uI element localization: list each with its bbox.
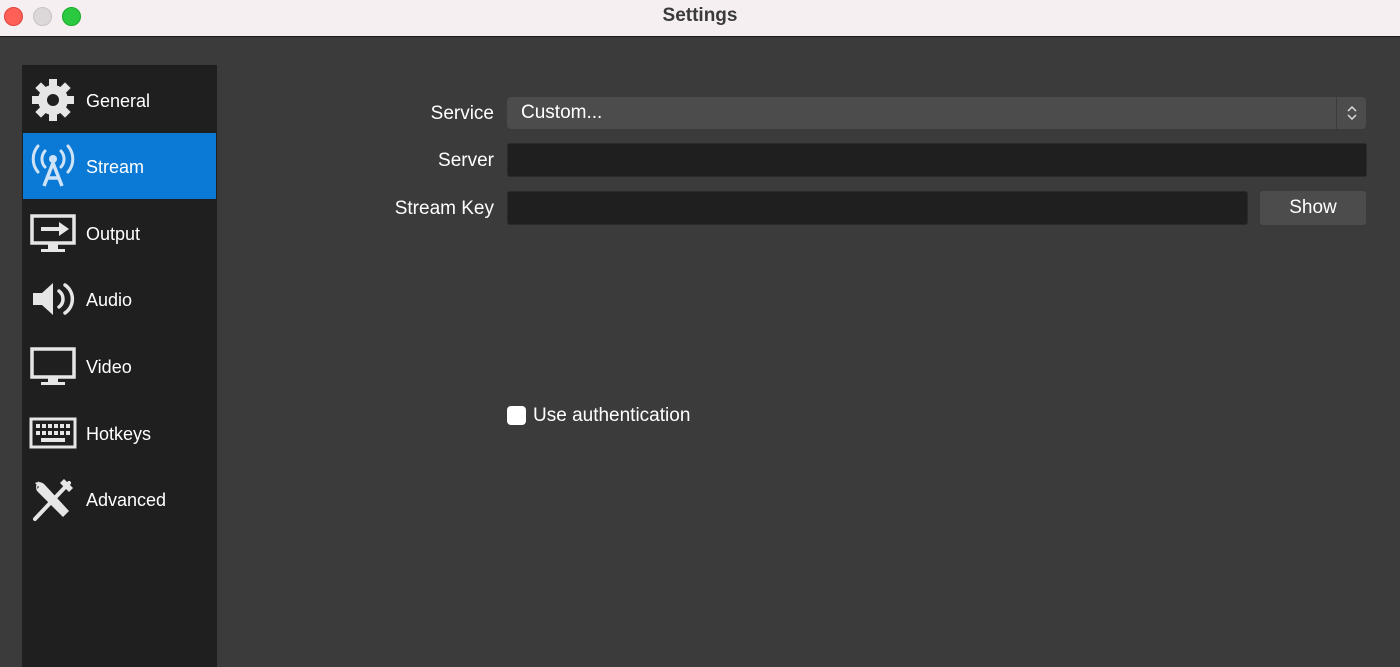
select-divider (1336, 97, 1337, 129)
sidebar-item-audio[interactable]: Audio (23, 266, 216, 332)
service-select[interactable]: Custom... (507, 97, 1366, 129)
sidebar-item-video[interactable]: Video (23, 333, 216, 399)
broadcast-tower-icon (31, 144, 75, 187)
server-label: Server (438, 150, 494, 171)
sidebar-item-label: Stream (86, 157, 145, 177)
server-input[interactable] (507, 143, 1367, 177)
use-authentication-checkbox[interactable] (507, 406, 526, 425)
tools-icon (33, 479, 73, 521)
sidebar-item-label: Audio (86, 290, 133, 310)
gear-icon (32, 79, 74, 121)
keyboard-icon (29, 417, 77, 449)
sidebar-item-label: Output (86, 224, 141, 244)
sidebar-item-advanced[interactable]: Advanced (23, 466, 216, 532)
chevron-up-down-icon[interactable] (1343, 102, 1361, 124)
window-title: Settings (662, 5, 738, 26)
sidebar-item-label: Advanced (86, 490, 167, 510)
service-label: Service (430, 103, 494, 124)
monitor-icon (30, 347, 76, 385)
stream-key-input[interactable] (507, 191, 1248, 225)
sidebar-item-output[interactable]: Output (23, 200, 216, 266)
stream-key-label: Stream Key (394, 198, 494, 219)
use-authentication-label[interactable]: Use authentication (533, 405, 690, 427)
monitor-arrow-icon (30, 214, 76, 252)
sidebar-item-stream[interactable]: Stream (23, 133, 216, 199)
sidebar-item-label: General (86, 91, 151, 111)
sidebar-item-hotkeys[interactable]: Hotkeys (23, 400, 216, 466)
window-titlebar: Settings (0, 0, 1400, 37)
show-stream-key-button[interactable]: Show (1260, 191, 1366, 225)
settings-sidebar: General Stream Output Audio Video Hotkey… (22, 65, 217, 667)
speaker-icon (33, 283, 75, 315)
sidebar-item-label: Video (86, 357, 132, 377)
sidebar-item-general[interactable]: General (23, 67, 216, 133)
service-select-value: Custom... (521, 102, 603, 123)
sidebar-item-label: Hotkeys (86, 424, 152, 444)
